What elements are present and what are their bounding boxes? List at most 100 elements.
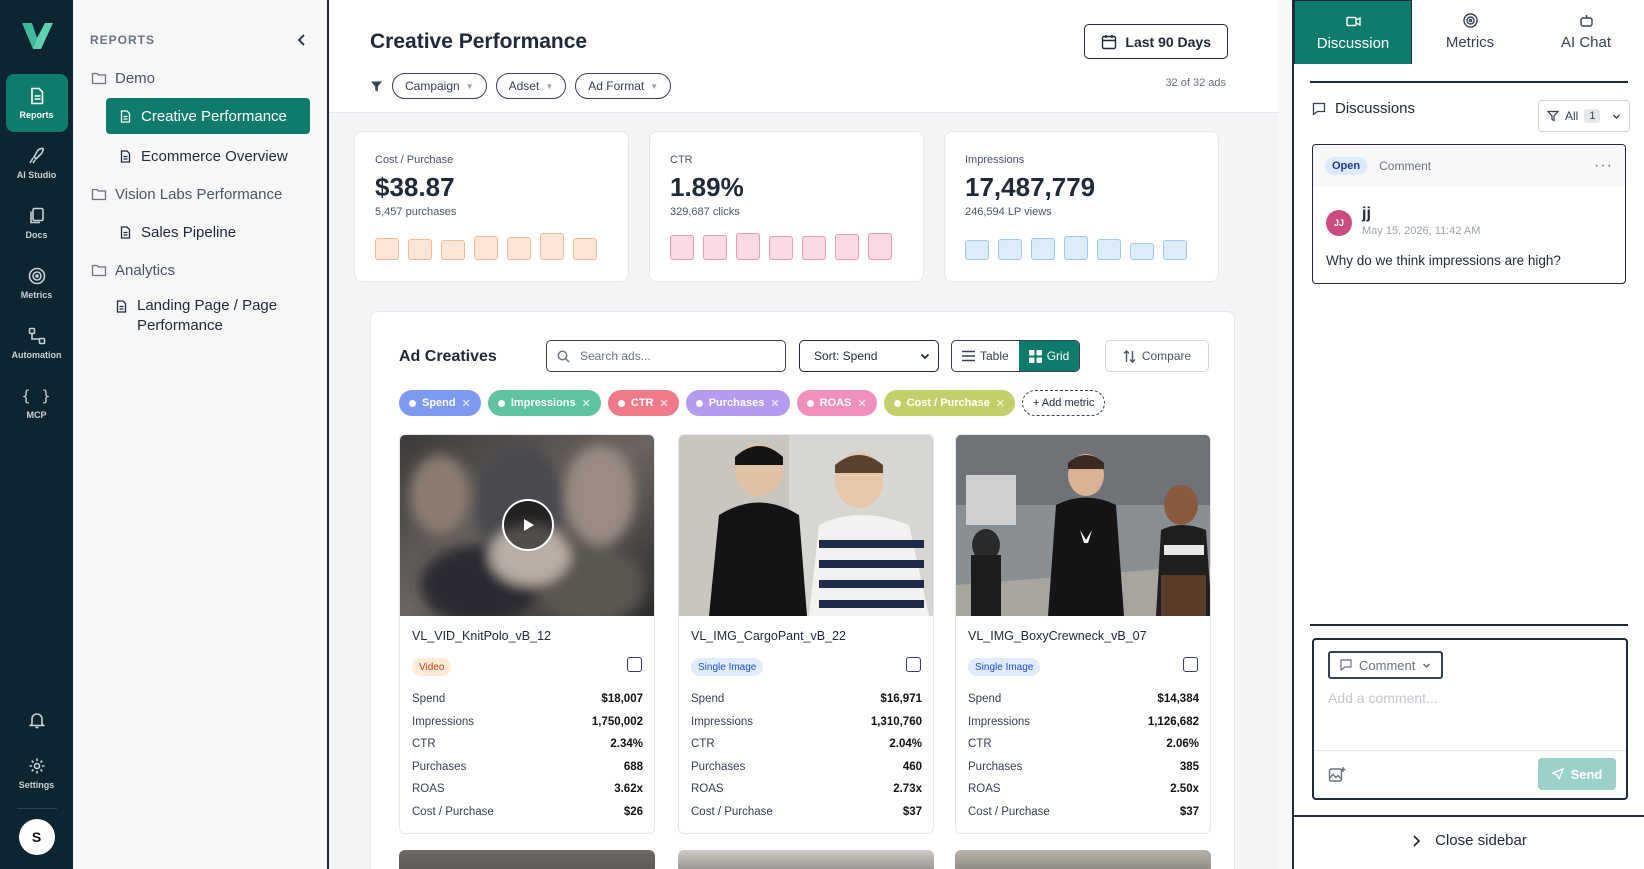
image-attach-icon[interactable] xyxy=(1328,766,1346,784)
search-icon xyxy=(557,350,570,363)
ad-card-partial[interactable] xyxy=(399,850,655,869)
app-rail: Reports AI Studio Docs Metrics Automatio… xyxy=(0,0,73,869)
tag-label: CTR xyxy=(630,397,654,409)
ad-creatives-panel: Ad Creatives Search ads... Sort: Spend T… xyxy=(370,311,1235,869)
sparkline-bar xyxy=(1097,239,1121,260)
stat-row: Spend $14,384 xyxy=(968,688,1199,711)
compare-icon xyxy=(1123,349,1136,363)
date-range-button[interactable]: Last 90 Days xyxy=(1084,24,1228,59)
collapse-chevron-icon[interactable] xyxy=(295,33,309,47)
stat-value: $18,007 xyxy=(601,693,643,706)
tab-label: AI Chat xyxy=(1560,34,1612,51)
file-icon xyxy=(30,87,43,104)
metric-sub: 246,594 LP views xyxy=(965,206,1052,218)
ad-card[interactable]: VL_IMG_BoxyCrewneck_vB_07 Single Image S… xyxy=(955,434,1211,834)
stat-row: Cost / Purchase $37 xyxy=(691,801,922,824)
ad-name: VL_IMG_BoxyCrewneck_vB_07 xyxy=(968,629,1147,643)
search-input[interactable]: Search ads... xyxy=(546,340,786,372)
rail-label: Metrics xyxy=(20,289,53,300)
brand-logo-icon[interactable] xyxy=(19,18,55,54)
stat-value: $16,971 xyxy=(880,693,922,706)
tag-dot xyxy=(617,399,625,407)
ad-count: 32 of 32 ads xyxy=(1165,77,1226,89)
rocket-icon xyxy=(28,147,44,163)
sort-select[interactable]: Sort: Spend xyxy=(799,340,939,372)
metric-tag-purchases[interactable]: Purchases ✕ xyxy=(685,390,790,416)
ad-card[interactable]: VL_VID_KnitPolo_vB_12 Video Spend $18,007… xyxy=(399,434,655,834)
sparkline-bar xyxy=(441,240,465,260)
view-toggle: Table Grid xyxy=(951,340,1081,372)
compare-button[interactable]: Compare xyxy=(1105,340,1209,372)
tag-dot xyxy=(497,399,505,407)
report-item-landing-page-performance[interactable]: Landing Page / Page Performance xyxy=(106,290,310,342)
more-icon[interactable]: ··· xyxy=(1594,157,1613,175)
ad-stats: Spend $16,971 Impressions 1,310,760 CTR 2.0… xyxy=(691,688,922,823)
ad-card-partial[interactable] xyxy=(955,850,1211,869)
close-icon[interactable]: ✕ xyxy=(857,397,866,410)
rail-item-mcp[interactable]: { } MCP xyxy=(6,374,68,432)
rail-label: MCP xyxy=(26,409,47,420)
metric-tag-impressions[interactable]: Impressions ✕ xyxy=(487,390,601,416)
tab-ai-chat[interactable]: AI Chat xyxy=(1528,0,1644,64)
discussion-card[interactable]: Open Comment ··· JJ jj May 15, 2026, 11:… xyxy=(1312,144,1626,284)
stat-value: 3.62x xyxy=(614,783,643,796)
folder-vision-labs-performance[interactable]: Vision Labs Performance xyxy=(73,178,327,210)
folder-icon xyxy=(91,264,107,277)
ad-thumbnail[interactable] xyxy=(679,435,933,616)
notifications-button[interactable] xyxy=(6,698,68,742)
tab-discussion[interactable]: Discussion xyxy=(1294,0,1412,64)
folder-analytics[interactable]: Analytics xyxy=(73,254,327,286)
message-icon xyxy=(1312,102,1326,116)
report-item-sales-pipeline[interactable]: Sales Pipeline xyxy=(106,214,310,250)
close-sidebar-button[interactable]: Close sidebar xyxy=(1294,832,1644,849)
ad-thumbnail[interactable] xyxy=(956,435,1210,616)
rail-item-docs[interactable]: Docs xyxy=(6,194,68,252)
send-button[interactable]: Send xyxy=(1538,758,1616,790)
avatar: JJ xyxy=(1326,210,1352,236)
filter-adset[interactable]: Adset ▼ xyxy=(495,73,567,99)
user-avatar[interactable]: S xyxy=(18,819,55,855)
filter-ad-format[interactable]: Ad Format ▼ xyxy=(575,73,672,99)
metric-tag-spend[interactable]: Spend ✕ xyxy=(399,390,481,416)
select-checkbox[interactable] xyxy=(1183,657,1198,672)
sparkline-bar xyxy=(965,240,989,260)
filter-campaign[interactable]: Campaign ▼ xyxy=(392,73,487,99)
filter-bar: Campaign ▼ Adset ▼ Ad Format ▼ xyxy=(370,73,672,99)
divider xyxy=(1310,624,1628,626)
comment-type-select[interactable]: Comment xyxy=(1328,651,1444,679)
chevron-down-icon: ▼ xyxy=(465,81,474,91)
close-icon[interactable]: ✕ xyxy=(996,397,1005,410)
rail-item-ai-studio[interactable]: AI Studio xyxy=(6,134,68,192)
ad-thumbnail[interactable] xyxy=(400,435,654,616)
sparkline-bar xyxy=(1031,238,1055,260)
close-icon[interactable]: ✕ xyxy=(462,397,471,410)
view-grid-button[interactable]: Grid xyxy=(1018,341,1080,371)
metric-tag-ctr[interactable]: CTR ✕ xyxy=(607,390,679,416)
add-metric-button[interactable]: + Add metric xyxy=(1021,390,1106,416)
comment-text: Why do we think impressions are high? xyxy=(1326,253,1561,268)
close-icon[interactable]: ✕ xyxy=(659,397,668,410)
report-item-ecommerce-overview[interactable]: Ecommerce Overview xyxy=(106,138,310,174)
folder-demo[interactable]: Demo xyxy=(73,62,327,94)
ad-card[interactable]: VL_IMG_CargoPant_vB_22 Single Image Spen… xyxy=(678,434,934,834)
close-icon[interactable]: ✕ xyxy=(582,397,591,410)
discussion-filter-button[interactable]: All 1 xyxy=(1538,100,1630,132)
comment-timestamp: May 15, 2026, 11:42 AM xyxy=(1362,225,1481,237)
comment-input[interactable]: Add a comment... xyxy=(1328,690,1438,706)
rail-item-automation[interactable]: Automation xyxy=(6,314,68,372)
metric-tag-roas[interactable]: ROAS ✕ xyxy=(796,390,877,416)
metric-tag-cost-per-purchase[interactable]: Cost / Purchase ✕ xyxy=(883,390,1015,416)
rail-item-settings[interactable]: Settings xyxy=(6,744,68,802)
view-table-button[interactable]: Table xyxy=(952,341,1019,371)
select-checkbox[interactable] xyxy=(627,657,642,672)
stat-label: Purchases xyxy=(691,760,746,773)
report-item-creative-performance[interactable]: Creative Performance xyxy=(106,98,310,134)
play-button[interactable] xyxy=(502,499,554,551)
rail-item-reports[interactable]: Reports xyxy=(5,74,68,132)
ad-card-partial[interactable] xyxy=(678,850,934,869)
select-checkbox[interactable] xyxy=(906,657,921,672)
report-header: Creative Performance Last 90 Days Campai… xyxy=(329,0,1278,113)
close-icon[interactable]: ✕ xyxy=(770,397,779,410)
tab-metrics[interactable]: Metrics xyxy=(1412,0,1528,64)
rail-item-metrics[interactable]: Metrics xyxy=(6,254,68,312)
